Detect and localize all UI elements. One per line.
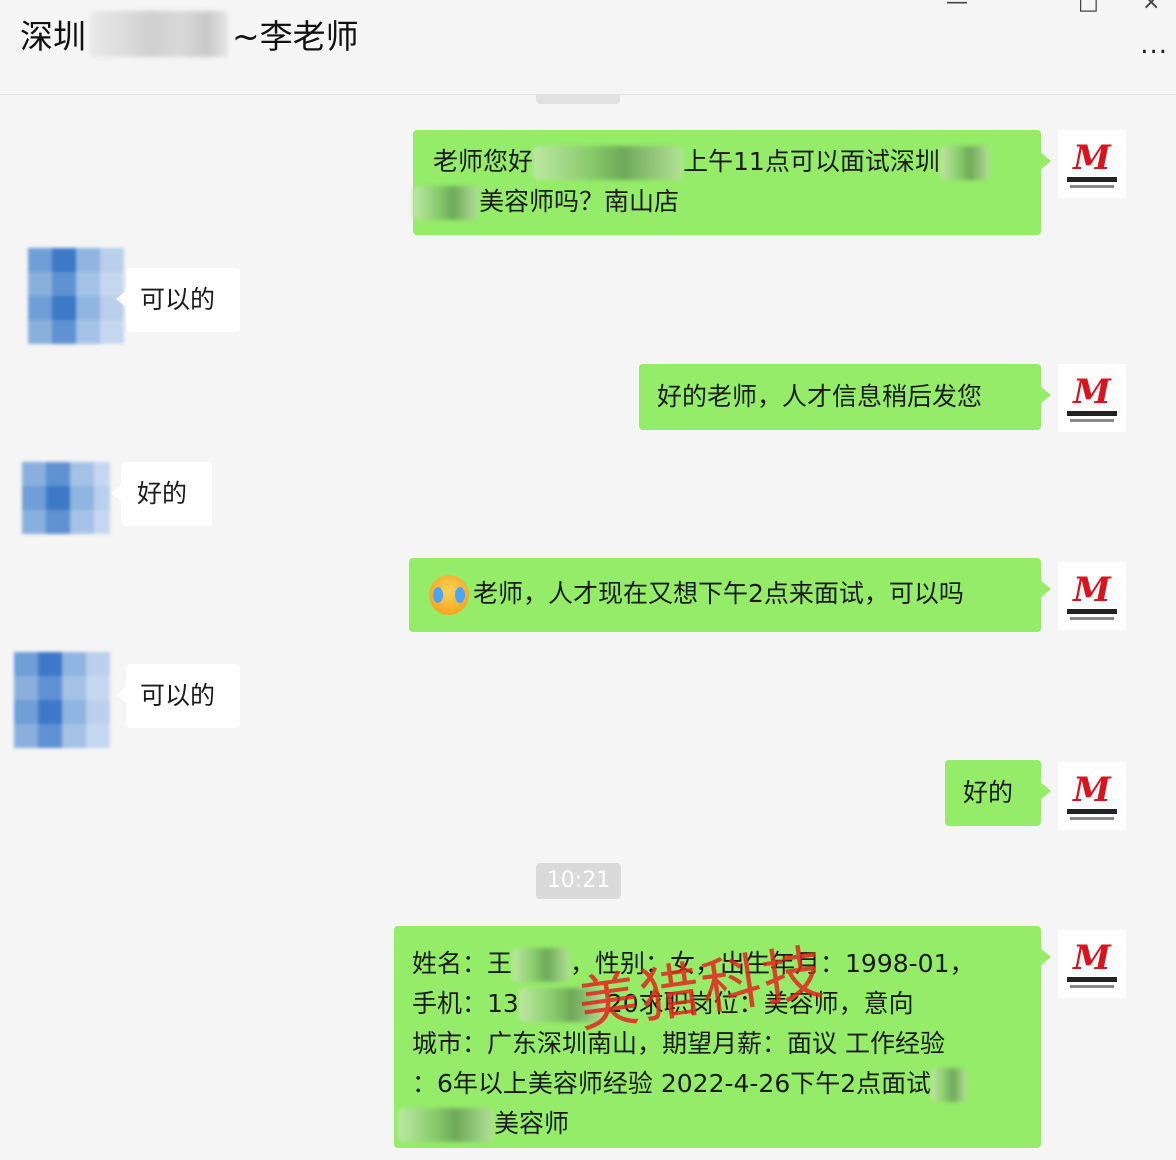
my-avatar[interactable]: M — [1058, 364, 1126, 432]
close-icon[interactable]: × — [1142, 0, 1160, 15]
message-bubble-sent[interactable]: 老师您好 上午11点可以面试深圳 美容师吗？南山店 — [413, 130, 1051, 235]
logo-bar — [1070, 984, 1114, 988]
redacted-text — [518, 988, 607, 1022]
my-avatar[interactable]: M — [1058, 762, 1126, 830]
message-text: 好的 — [963, 778, 1014, 807]
redacted-text — [413, 186, 479, 220]
logo-bar — [1067, 976, 1117, 982]
logo-icon: M — [1073, 371, 1111, 412]
contact-avatar[interactable] — [28, 248, 124, 344]
message-text: 姓名：王 — [412, 949, 513, 978]
logo-bar — [1067, 608, 1117, 614]
redacted-name — [90, 11, 228, 57]
message-text: 20 — [606, 989, 639, 1018]
chat-title-prefix: 深圳 — [20, 17, 86, 56]
logo-icon: M — [1073, 137, 1111, 178]
logo-bar — [1067, 808, 1117, 814]
contact-avatar[interactable] — [22, 462, 110, 534]
message-bubble-received[interactable]: 可以的 — [116, 268, 240, 332]
my-avatar[interactable]: M — [1058, 930, 1126, 998]
redacted-text — [939, 146, 990, 180]
message-text: 可以的 — [140, 285, 216, 314]
logo-bar — [1070, 816, 1114, 820]
message-text: 城市：广东深圳南山，期望月薪：面议 工作经验 — [412, 1029, 945, 1058]
more-options-icon[interactable]: ... — [1140, 30, 1168, 60]
chat-header: 深圳 ~李老师 — □ × ... — [0, 0, 1176, 95]
redacted-text — [931, 1068, 968, 1102]
message-timestamp: 10:21 — [536, 863, 621, 899]
redacted-text — [512, 948, 571, 982]
logo-bar — [1067, 410, 1117, 416]
message-text: 老师，人才现在又想下午2点来面试，可以吗 — [473, 579, 964, 608]
message-text: 老师您好 — [433, 147, 534, 176]
redacted-text — [533, 146, 684, 180]
crying-laughing-emoji-icon — [429, 575, 469, 615]
message-bubble-received[interactable]: 好的 — [111, 462, 212, 526]
maximize-icon[interactable]: □ — [1078, 0, 1099, 15]
message-bubble-sent[interactable]: 好的 — [945, 760, 1051, 826]
message-text: ，性别：女，出生年月：1998-01， — [570, 949, 975, 978]
message-text: ：6年以上美容师经验 2022-4-26下午2点面试 — [412, 1069, 932, 1098]
logo-bar — [1067, 176, 1117, 182]
chat-title: 深圳 ~李老师 — [20, 10, 359, 58]
logo-bar — [1070, 418, 1114, 422]
message-text: 好的 — [137, 479, 188, 508]
message-bubble-sent[interactable]: 好的老师，人才信息稍后发您 — [639, 364, 1051, 430]
message-text: 上午11点可以面试深圳 — [683, 147, 940, 176]
minimize-icon[interactable]: — — [946, 0, 968, 15]
redacted-text — [398, 1108, 494, 1142]
logo-icon: M — [1073, 937, 1111, 978]
message-text: 手机：13 — [412, 989, 519, 1018]
message-bubble-received[interactable]: 可以的 — [116, 664, 240, 728]
message-text: 好的老师，人才信息稍后发您 — [657, 382, 983, 411]
logo-icon: M — [1073, 769, 1111, 810]
message-bubble-sent[interactable]: 姓名：王 ，性别：女，出生年月：1998-01， 手机：13 20求职岗位：美容师，… — [394, 926, 1051, 1148]
message-text: 美容师 — [494, 1109, 570, 1138]
message-bubble-sent[interactable]: 老师，人才现在又想下午2点来面试，可以吗 — [409, 558, 1051, 632]
logo-bar — [1070, 616, 1114, 620]
my-avatar[interactable]: M — [1058, 130, 1126, 198]
scroll-indicator — [536, 94, 620, 104]
chat-title-suffix: ~李老师 — [232, 17, 359, 56]
logo-icon: M — [1073, 569, 1111, 610]
my-avatar[interactable]: M — [1058, 562, 1126, 630]
message-text: 美容师吗？南山店 — [479, 187, 680, 216]
contact-avatar[interactable] — [14, 652, 110, 748]
logo-bar — [1070, 184, 1114, 188]
message-text: 可以的 — [140, 681, 216, 710]
message-text: 求职岗位：美容师，意向 — [638, 989, 914, 1018]
